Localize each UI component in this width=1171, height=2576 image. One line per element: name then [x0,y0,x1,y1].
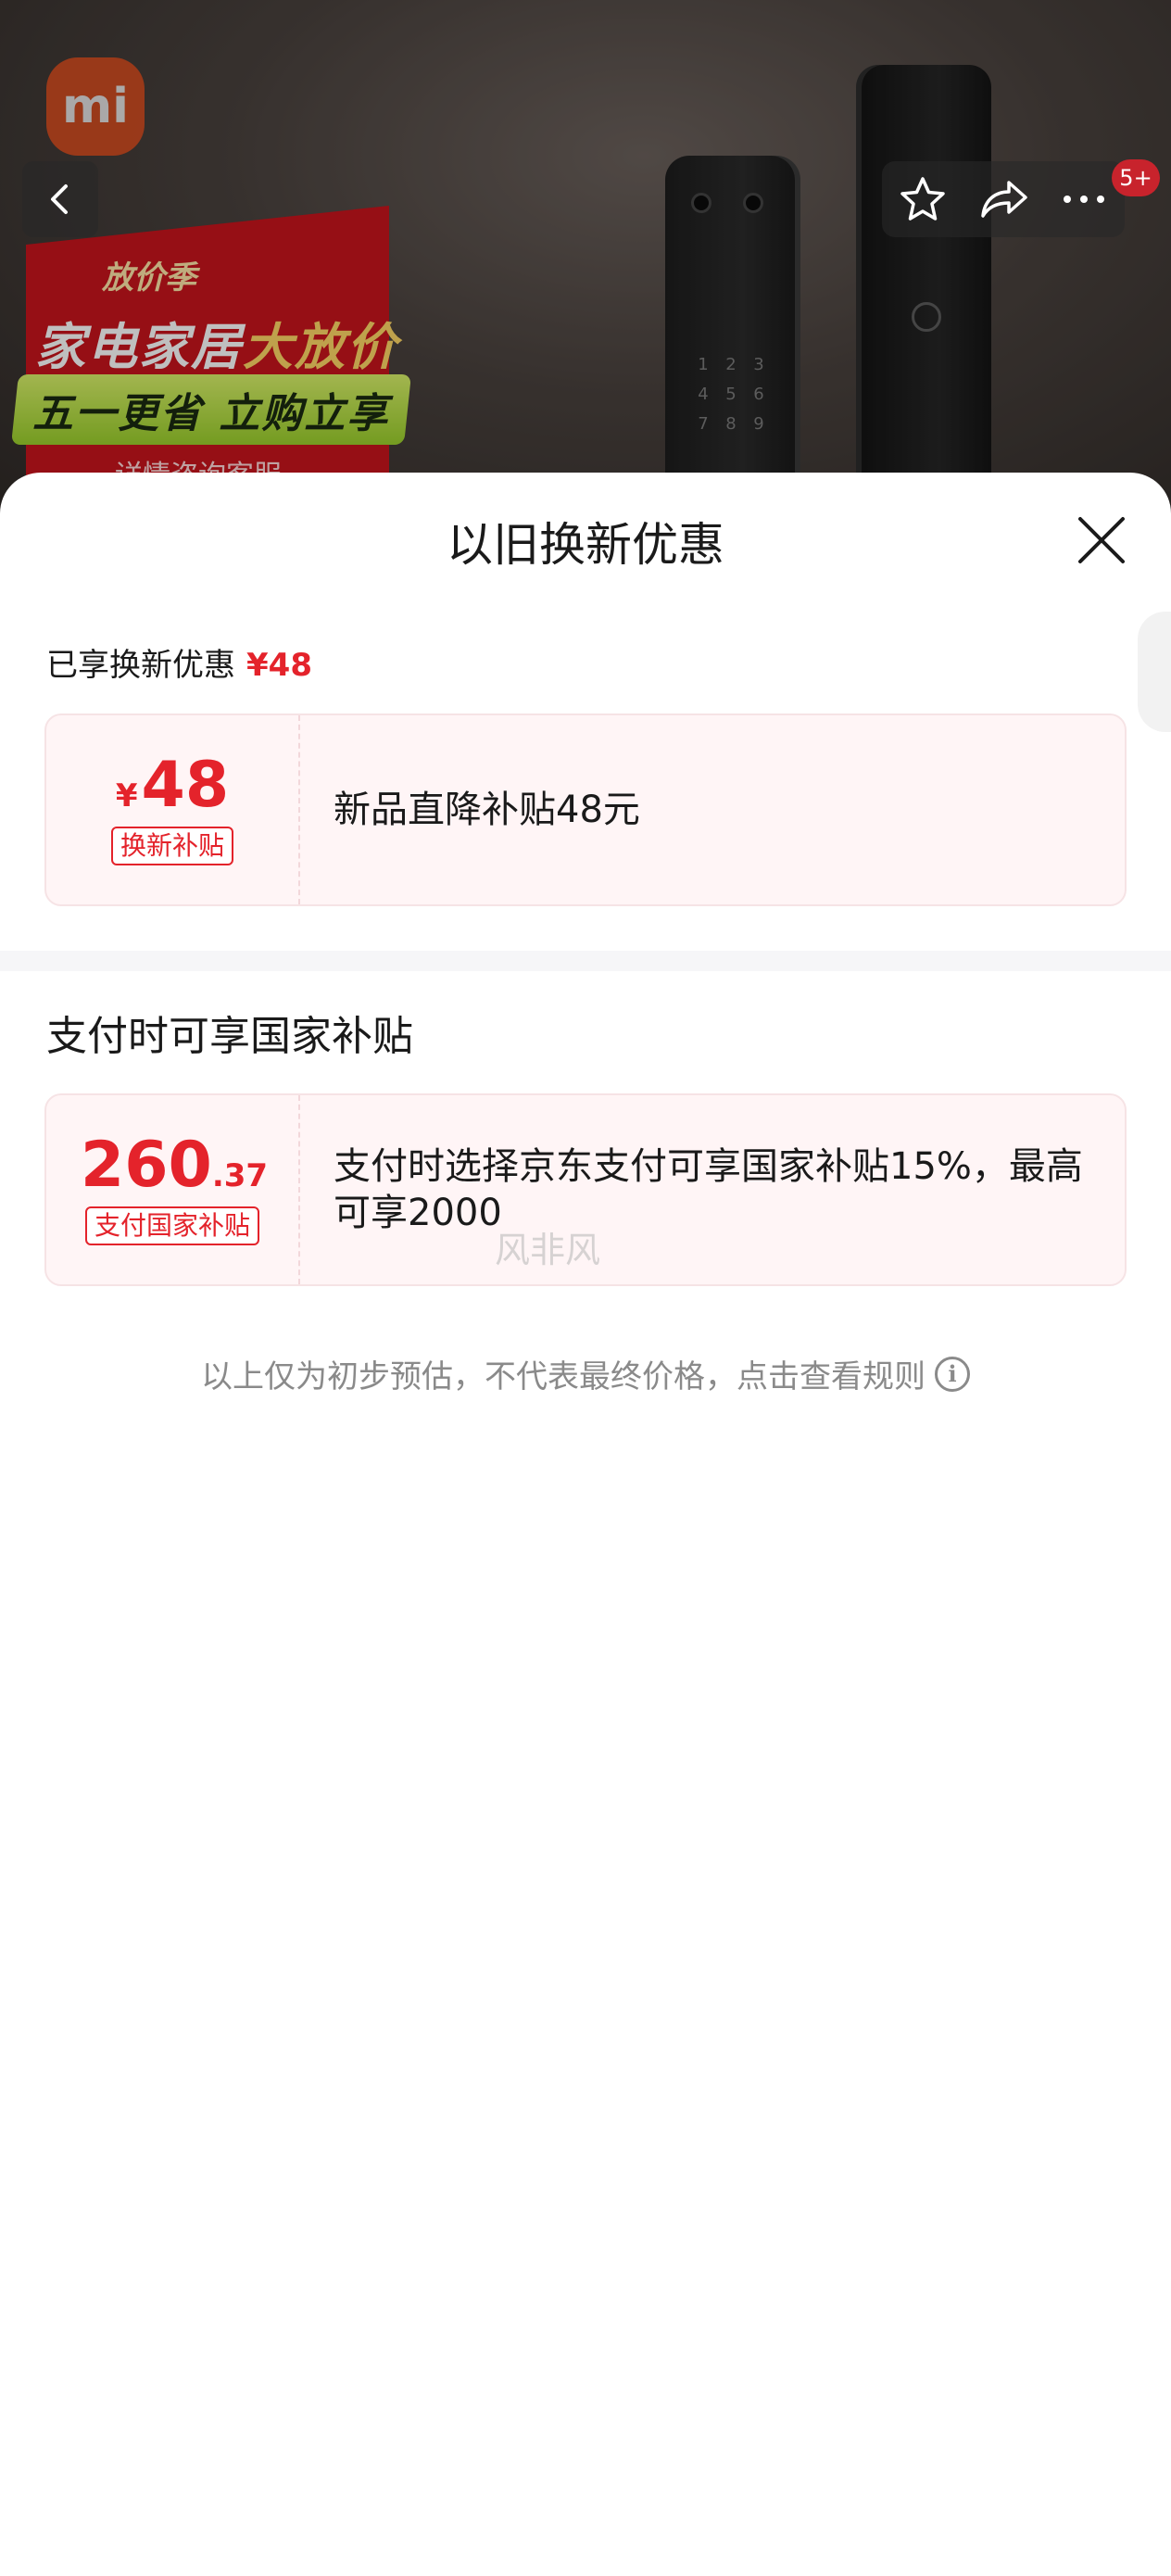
rules-note-text: 以上仅为初步预估，不代表最终价格，点击查看规则 [201,1358,925,1395]
enjoyed-summary: 已享换新优惠 ¥48 [46,639,312,685]
subsidy-description: 新品直降补贴48元 [334,789,640,831]
more-button[interactable] [1051,167,1116,232]
close-icon [1078,517,1125,563]
subsidy-price: 260 .37 [77,1134,268,1197]
rules-note[interactable]: 以上仅为初步预估，不代表最终价格，点击查看规则 i [0,1351,1171,1396]
chevron-left-icon [51,184,68,214]
subsidy-tag: 支付国家补贴 [84,1206,259,1245]
top-toolbar [882,161,1125,237]
section-divider [0,951,1171,971]
message-badge: 5+ [1112,159,1160,196]
enjoyed-label: 已享换新优惠 [46,647,235,684]
more-dots-icon [1064,196,1105,203]
share-button[interactable] [971,167,1036,232]
share-icon [981,181,1027,218]
trade-in-sheet: 以旧换新优惠 已享换新优惠 ¥48 ¥ 48 换新补贴 新品直降补贴48元 支付… [0,473,1171,2576]
subsidy-tag: 换新补贴 [110,827,233,865]
side-float-tab[interactable] [1138,612,1171,732]
price-integer: 260 [80,1129,212,1203]
favorite-button[interactable] [890,167,955,232]
subsidy-amount-block: 260 .37 支付国家补贴 [46,1095,300,1284]
subsidy-price: ¥ 48 [116,754,229,817]
back-button[interactable] [22,161,98,237]
price-integer: 48 [141,749,230,823]
enjoyed-amount: ¥48 [246,647,312,684]
subsidy-amount-block: ¥ 48 换新补贴 [46,715,300,904]
star-icon [900,177,945,221]
dim-overlay[interactable] [0,0,1171,519]
price-decimal: .37 [211,1157,269,1195]
currency-symbol: ¥ [115,777,138,815]
sheet-title: 以旧换新优惠 [447,518,724,572]
subsidy-card-trade-in: ¥ 48 换新补贴 新品直降补贴48元 [44,713,1127,906]
close-button[interactable] [1075,513,1128,567]
section-title: 支付时可享国家补贴 [46,1013,413,1060]
subsidy-description: 支付时选择京东支付可享国家补贴15%，最高可享2000 [334,1145,1083,1234]
info-icon[interactable]: i [935,1356,970,1392]
product-background: 1 2 3 4 5 6 7 8 9 放价季 家电家居大放价 五一更省 立购立享 … [0,0,1171,519]
watermark: 风非风 [495,1230,601,1270]
